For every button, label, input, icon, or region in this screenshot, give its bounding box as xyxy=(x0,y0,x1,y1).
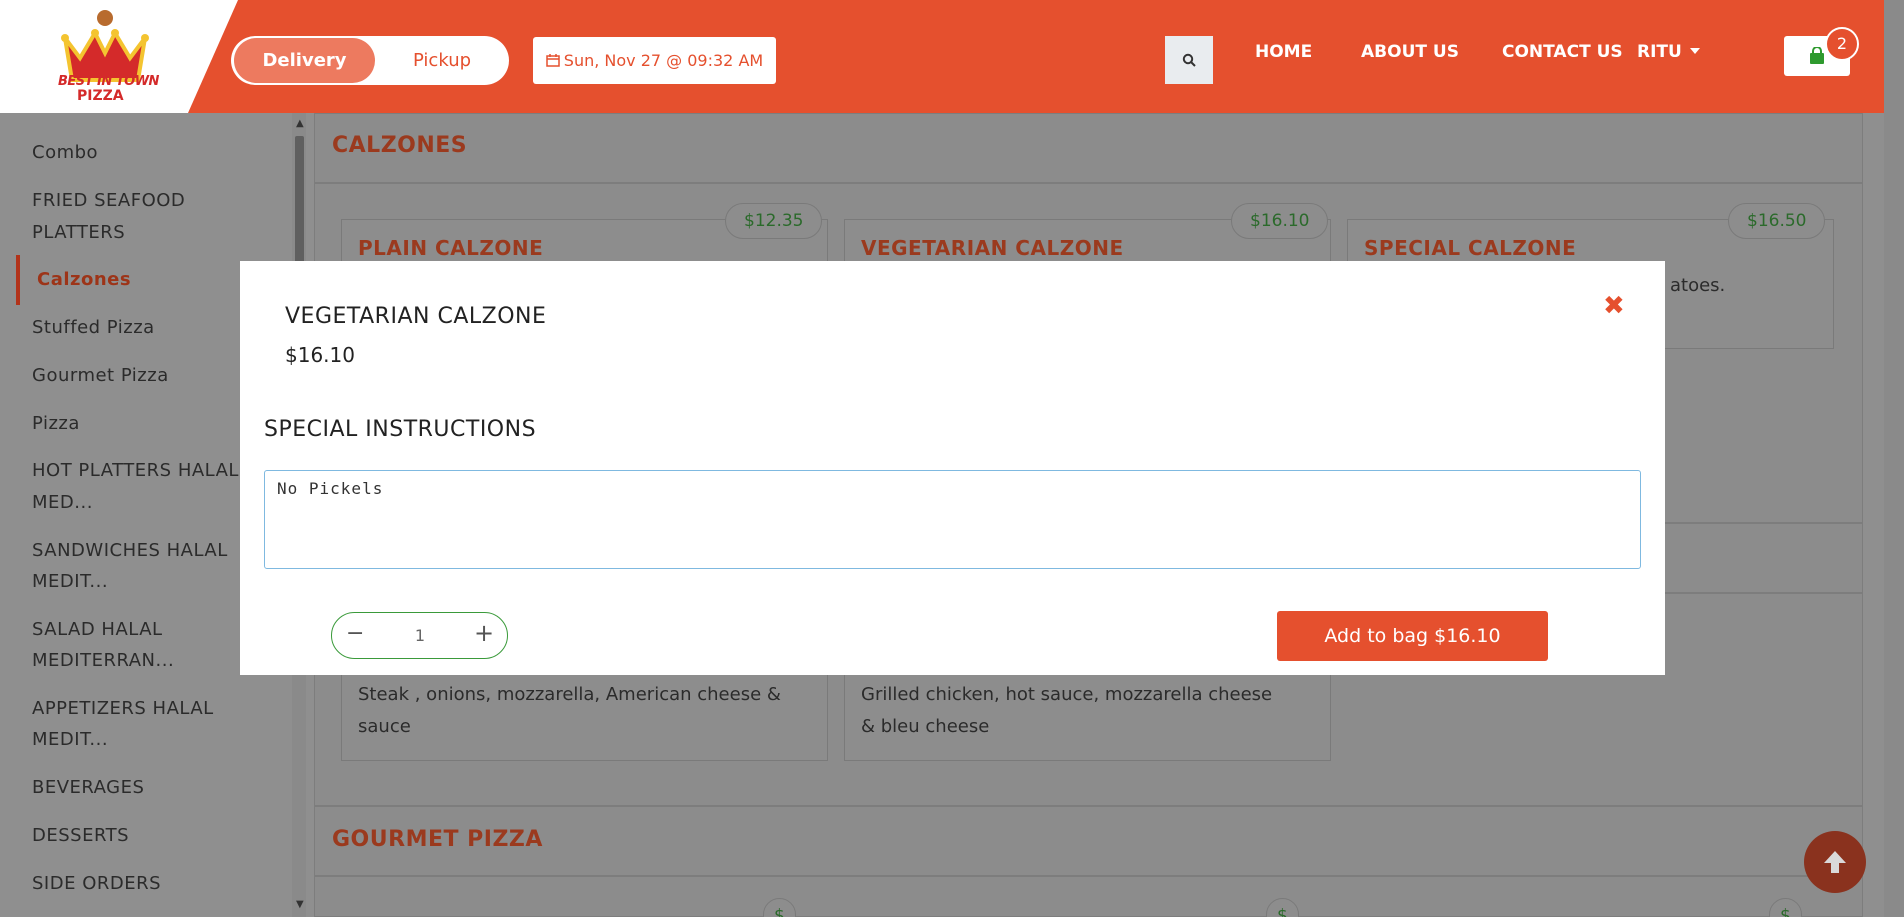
sidebar-item-beverages[interactable]: BEVERAGES xyxy=(32,772,144,804)
cart-count-badge: 2 xyxy=(1825,27,1859,61)
section-title-calzones: CALZONES xyxy=(332,133,468,158)
modal-item-price: $16.10 xyxy=(285,343,355,367)
item-options-modal: VEGETARIAN CALZONE $16.10 ✖ SPECIAL INST… xyxy=(240,261,1665,675)
top-header: BEST IN TOWN PIZZA Delivery Pickup Sun, … xyxy=(0,0,1904,113)
sidebar-item-appetizers[interactable]: APPETIZERS HALAL xyxy=(32,693,214,725)
sidebar-item-fried-seafood[interactable]: FRIED SEAFOOD xyxy=(32,185,185,217)
card-description: Steak , onions, mozzarella, American che… xyxy=(358,684,781,705)
delivery-pickup-toggle: Delivery Pickup xyxy=(231,36,509,85)
price-badge: $12.35 xyxy=(725,203,823,239)
card-description: atoes. xyxy=(1670,275,1726,296)
card-title: PLAIN CALZONE xyxy=(358,236,544,260)
calzones-header-panel xyxy=(314,113,1863,183)
nav-about-us[interactable]: ABOUT US xyxy=(1361,42,1459,62)
sidebar-item-hot-platters[interactable]: HOT PLATTERS HALAL xyxy=(32,455,239,487)
sidebar-item-combo[interactable]: Combo xyxy=(32,137,98,169)
sidebar-item-desserts[interactable]: DESSERTS xyxy=(32,820,129,852)
logo-text: BEST IN TOWN xyxy=(58,74,159,89)
add-to-bag-button[interactable]: Add to bag $16.10 xyxy=(1277,611,1548,661)
sidebar-item-salad-line2[interactable]: MEDITERRAN... xyxy=(32,645,174,677)
pickup-option[interactable]: Pickup xyxy=(377,38,507,83)
search-button[interactable] xyxy=(1165,36,1213,84)
price-badge: $16.10 xyxy=(1231,203,1329,239)
logo-text-pizza: PIZZA xyxy=(77,88,124,104)
close-icon[interactable]: ✖ xyxy=(1603,291,1625,321)
minus-icon[interactable]: − xyxy=(346,621,364,646)
sidebar-item-salad[interactable]: SALAD HALAL xyxy=(32,614,163,646)
price-badge: $16.50 xyxy=(1728,203,1826,239)
scroll-down-arrow-icon[interactable]: ▼ xyxy=(296,899,304,910)
sidebar-item-sandwiches[interactable]: SANDWICHES HALAL xyxy=(32,535,228,567)
scroll-up-arrow-icon[interactable]: ▲ xyxy=(296,118,304,129)
sidebar-item-hot-platters-line2[interactable]: MED... xyxy=(32,487,93,519)
schedule-date-label: Sun, Nov 27 @ 09:32 AM xyxy=(563,51,764,70)
user-menu-dropdown[interactable]: RITU xyxy=(1637,42,1700,62)
sidebar-item-stuffed-pizza[interactable]: Stuffed Pizza xyxy=(32,312,155,344)
sidebar-item-side-orders[interactable]: SIDE ORDERS xyxy=(32,868,161,900)
sidebar-item-fried-seafood-line2[interactable]: PLATTERS xyxy=(32,217,125,249)
quantity-stepper: − 1 + xyxy=(331,612,508,659)
sidebar-item-gourmet-pizza[interactable]: Gourmet Pizza xyxy=(32,360,169,392)
calendar-icon xyxy=(546,54,560,67)
delivery-option[interactable]: Delivery xyxy=(234,38,375,83)
scroll-to-top-button[interactable] xyxy=(1804,831,1866,893)
card-description-line2: sauce xyxy=(358,716,411,737)
card-description: Grilled chicken, hot sauce, mozzarella c… xyxy=(861,684,1273,705)
schedule-date-button[interactable]: Sun, Nov 27 @ 09:32 AM xyxy=(533,37,776,84)
search-icon xyxy=(1182,53,1196,67)
nav-home[interactable]: HOME xyxy=(1255,42,1312,62)
gourmet-header-panel xyxy=(314,806,1863,876)
nav-contact-us[interactable]: CONTACT US xyxy=(1502,42,1623,62)
quantity-value[interactable]: 1 xyxy=(402,626,438,645)
sidebar-item-calzones[interactable]: Calzones xyxy=(37,264,131,296)
page-edge xyxy=(1884,0,1904,917)
shopping-bag-icon xyxy=(1810,47,1824,64)
active-indicator xyxy=(16,255,20,305)
caret-down-icon xyxy=(1689,48,1700,54)
modal-item-title: VEGETARIAN CALZONE xyxy=(285,304,547,329)
card-description-line2: & bleu cheese xyxy=(861,716,990,737)
card-title: VEGETARIAN CALZONE xyxy=(861,236,1124,260)
sidebar-item-appetizers-line2[interactable]: MEDIT... xyxy=(32,724,108,756)
sidebar-item-pizza[interactable]: Pizza xyxy=(32,408,80,440)
section-title-gourmet-pizza: GOURMET PIZZA xyxy=(332,827,543,852)
special-instructions-label: SPECIAL INSTRUCTIONS xyxy=(264,417,537,442)
sidebar-item-sandwiches-line2[interactable]: MEDIT... xyxy=(32,566,108,598)
user-name: RITU xyxy=(1637,42,1682,62)
special-instructions-input[interactable]: No Pickels xyxy=(264,470,1641,569)
plus-icon[interactable]: + xyxy=(474,619,494,647)
arrow-up-icon xyxy=(1824,851,1846,873)
gourmet-body-panel xyxy=(314,876,1863,917)
card-title: SPECIAL CALZONE xyxy=(1364,236,1577,260)
